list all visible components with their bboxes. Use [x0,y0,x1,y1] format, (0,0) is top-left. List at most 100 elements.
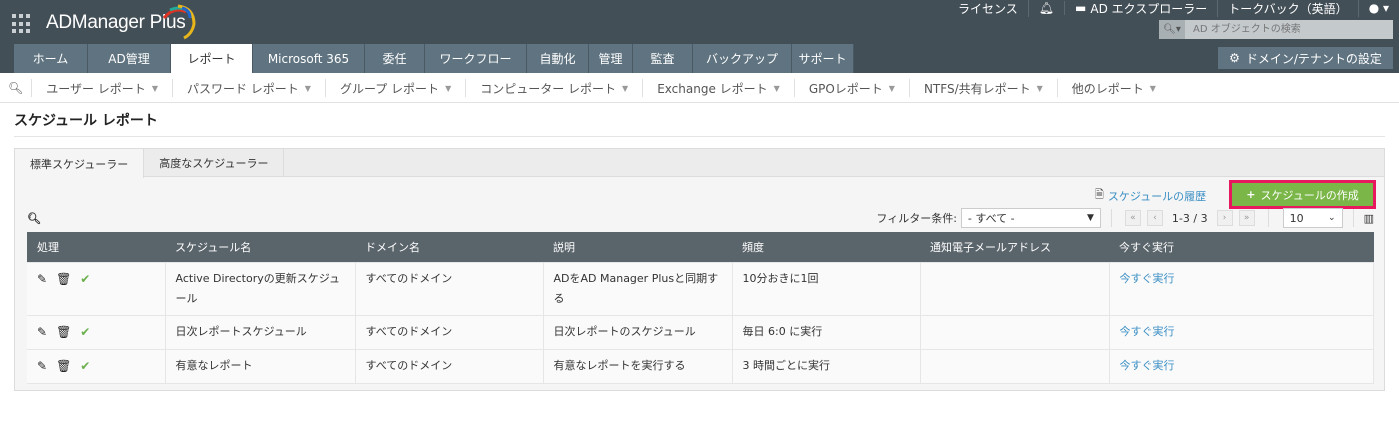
tab-audit[interactable]: 監査 [633,44,693,73]
edit-icon[interactable]: ✎ [37,269,47,289]
ad-explorer-label: AD エクスプローラー [1090,1,1208,16]
tab-support[interactable]: サポート [792,44,854,73]
description: 日次レポートのスケジュール [543,314,733,350]
edit-icon[interactable]: ✎ [37,356,47,376]
subnav-label: NTFS/共有レポート [923,81,1031,96]
tab-workflow[interactable]: ワークフロー [425,44,527,73]
edit-icon[interactable]: ✎ [37,322,47,342]
run-now-link[interactable]: 今すぐ実行 [1120,272,1175,285]
row-actions: ✎ 🗑︎ ✔ [27,261,166,316]
domain-settings-label: ドメイン/テナントの設定 [1245,51,1382,66]
subnav-gpo-reports[interactable]: GPOレポート ▼ [793,79,909,97]
delete-icon[interactable]: 🗑︎ [56,356,71,376]
talkback-link[interactable]: トークバック（英語） [1218,0,1359,17]
table-search-icon[interactable]: 🔍︎ [27,212,41,225]
domain-name: すべてのドメイン [355,314,544,350]
folder-icon: ▬ [1075,1,1087,15]
subnav-label: グループ レポート [339,81,440,96]
col-description[interactable]: 説明 [543,232,732,262]
row-actions: ✎ 🗑︎ ✔ [27,314,166,350]
table-row: ✎ 🗑︎ ✔ 有意なレポート すべてのドメイン 有意なレポートを実行する 3 時間ご… [27,348,1374,384]
column-add-icon[interactable]: ▥ [1364,212,1374,225]
user-avatar-icon[interactable]: ● ▾ [1359,1,1399,15]
plus-icon: + [1246,188,1256,201]
col-run-now: 今すぐ実行 [1109,232,1374,262]
subnav-label: GPOレポート [808,81,883,96]
logo-swoosh-icon [162,4,196,40]
subnav-group-reports[interactable]: グループ レポート ▼ [324,79,465,97]
col-domain[interactable]: ドメイン名 [355,232,543,262]
notify-email [920,261,1110,316]
main-nav: ホーム AD管理 レポート Microsoft 365 委任 ワークフロー 自動… [14,44,854,73]
description: ADをAD Manager Plusと同期する [543,261,733,316]
page-size-value: 10 [1289,211,1304,225]
delete-icon[interactable]: 🗑︎ [56,269,71,289]
subnav-ntfs-reports[interactable]: NTFS/共有レポート ▼ [908,79,1057,97]
subnav-other-reports[interactable]: 他のレポート ▼ [1056,79,1170,97]
tab-advanced-scheduler[interactable]: 高度なスケジューラー [144,149,285,176]
subnav-computer-reports[interactable]: コンピューター レポート ▼ [465,79,642,97]
subnav-exchange-reports[interactable]: Exchange レポート ▼ [642,79,794,97]
search-input[interactable] [1185,20,1385,39]
tab-standard-scheduler[interactable]: 標準スケジューラー [15,149,145,178]
tab-reports[interactable]: レポート [171,44,253,73]
license-link[interactable]: ライセンス [948,0,1029,17]
col-email[interactable]: 通知電子メールアドレス [920,232,1109,262]
run-now-cell: 今すぐ実行 [1109,348,1374,384]
tab-microsoft-365[interactable]: Microsoft 365 [253,44,365,73]
scheduler-panel: 標準スケジューラー 高度なスケジューラー 🗎 スケジュールの履歴 + スケジュールの… [14,148,1385,391]
search-reports-icon[interactable]: 🔍︎ [0,81,31,95]
delete-icon[interactable]: 🗑︎ [56,322,71,342]
subnav-user-reports[interactable]: ユーザー レポート ▼ [31,79,172,97]
tab-delegation[interactable]: 委任 [365,44,425,73]
schedule-history-link[interactable]: 🗎 スケジュールの履歴 [1095,186,1206,205]
ad-object-search: 🔍︎▾ [1159,20,1393,39]
next-page-button[interactable]: › [1216,210,1233,226]
divider [14,136,1385,137]
run-now-link[interactable]: 今すぐ実行 [1120,325,1175,338]
col-schedule-name[interactable]: スケジュール名 [165,232,355,262]
subnav-label: 他のレポート [1071,81,1144,96]
subnav-password-reports[interactable]: パスワード レポート ▼ [171,79,325,97]
last-page-button[interactable]: » [1238,210,1255,226]
prev-page-button[interactable]: ‹ [1146,210,1163,226]
domain-settings-button[interactable]: ⚙ ドメイン/テナントの設定 [1218,47,1393,69]
schedule-table: 処理 スケジュール名 ドメイン名 説明 頻度 通知電子メールアドレス 今すぐ実行… [27,232,1374,384]
filter-select[interactable]: - すべて - ▼ [960,208,1101,228]
report-subnav: 🔍︎ ユーザー レポート ▼ パスワード レポート ▼ グループ レポート ▼ コンピ… [0,74,1399,103]
tab-home[interactable]: ホーム [14,44,88,73]
top-header: ADManager Plus ライセンス 🔔︎ ▬ AD エクスプローラー トーク… [0,0,1399,73]
enabled-check-icon[interactable]: ✔ [80,356,90,376]
caret-down-icon: ▼ [1087,213,1094,223]
search-icon[interactable]: 🔍︎▾ [1159,20,1185,39]
enabled-check-icon[interactable]: ✔ [80,322,90,342]
description: 有意なレポートを実行する [543,348,733,384]
first-page-button[interactable]: « [1124,210,1141,226]
tab-automation[interactable]: 自動化 [527,44,589,73]
frequency: 毎日 6:0 に実行 [732,314,921,350]
caret-down-icon: ▼ [622,83,629,93]
filter-label: フィルター条件: [876,212,957,225]
subnav-label: Exchange レポート [657,81,768,96]
bell-icon[interactable]: 🔔︎ [1029,1,1066,15]
caret-down-icon: ▼ [151,83,158,93]
enabled-check-icon[interactable]: ✔ [80,269,90,289]
ad-explorer-link[interactable]: ▬ AD エクスプローラー [1065,0,1219,17]
col-frequency[interactable]: 頻度 [732,232,920,262]
domain-name: すべてのドメイン [355,348,544,384]
run-now-link[interactable]: 今すぐ実行 [1120,359,1175,372]
tab-ad-management[interactable]: AD管理 [88,44,171,73]
run-now-cell: 今すぐ実行 [1109,314,1374,350]
caret-down-icon: ▼ [1036,83,1043,93]
app-grid-icon[interactable] [12,14,32,34]
subnav-label: ユーザー レポート [46,81,146,96]
tab-admin[interactable]: 管理 [589,44,633,73]
caret-down-icon: ▼ [445,83,452,93]
tab-backup[interactable]: バックアップ [693,44,792,73]
col-actions: 処理 [27,232,165,262]
caret-down-icon: ▼ [773,83,780,93]
page-range: 1-3 / 3 [1171,211,1208,225]
history-label: スケジュールの履歴 [1107,189,1207,203]
notify-email [920,348,1110,384]
page-size-select[interactable]: 10 ⌄ [1282,208,1343,228]
